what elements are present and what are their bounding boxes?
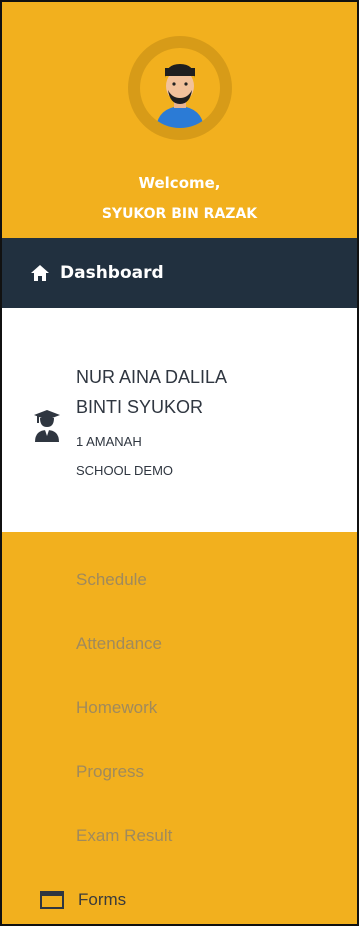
menu-item-homework[interactable]: Homework bbox=[2, 676, 357, 740]
nav-item-dashboard-label: Dashboard bbox=[60, 263, 164, 283]
student-school: SCHOOL DEMO bbox=[76, 463, 174, 478]
graduate-student-icon bbox=[32, 409, 62, 443]
home-icon bbox=[30, 263, 50, 283]
sidebar: Welcome, SYUKOR BIN RAZAK Dashboard NUR … bbox=[0, 0, 359, 926]
menu-item-attendance[interactable]: Attendance bbox=[2, 612, 357, 676]
menu-list: Schedule Attendance Homework Progress Ex… bbox=[2, 532, 357, 924]
student-name: NUR AINA DALILA BINTI SYUKOR bbox=[76, 367, 227, 417]
student-info: NUR AINA DALILA BINTI SYUKOR 1 AMANAH SC… bbox=[76, 362, 276, 478]
avatar bbox=[127, 36, 232, 140]
window-icon bbox=[40, 891, 64, 909]
student-card[interactable]: NUR AINA DALILA BINTI SYUKOR 1 AMANAH SC… bbox=[2, 308, 357, 532]
user-avatar-icon bbox=[139, 48, 220, 128]
menu-item-progress[interactable]: Progress bbox=[2, 740, 357, 804]
student-class: 1 AMANAH bbox=[76, 434, 142, 449]
username: SYUKOR BIN RAZAK bbox=[101, 206, 258, 222]
profile-section: Welcome, SYUKOR BIN RAZAK bbox=[2, 2, 357, 238]
nav-item-dashboard[interactable]: Dashboard bbox=[2, 238, 357, 308]
welcome-text: Welcome, bbox=[138, 174, 221, 192]
menu-item-exam-result[interactable]: Exam Result bbox=[2, 804, 357, 868]
menu-item-schedule[interactable]: Schedule bbox=[2, 548, 357, 612]
menu-item-forms-label: Forms bbox=[78, 890, 127, 909]
menu-item-forms[interactable]: Forms bbox=[2, 868, 357, 924]
